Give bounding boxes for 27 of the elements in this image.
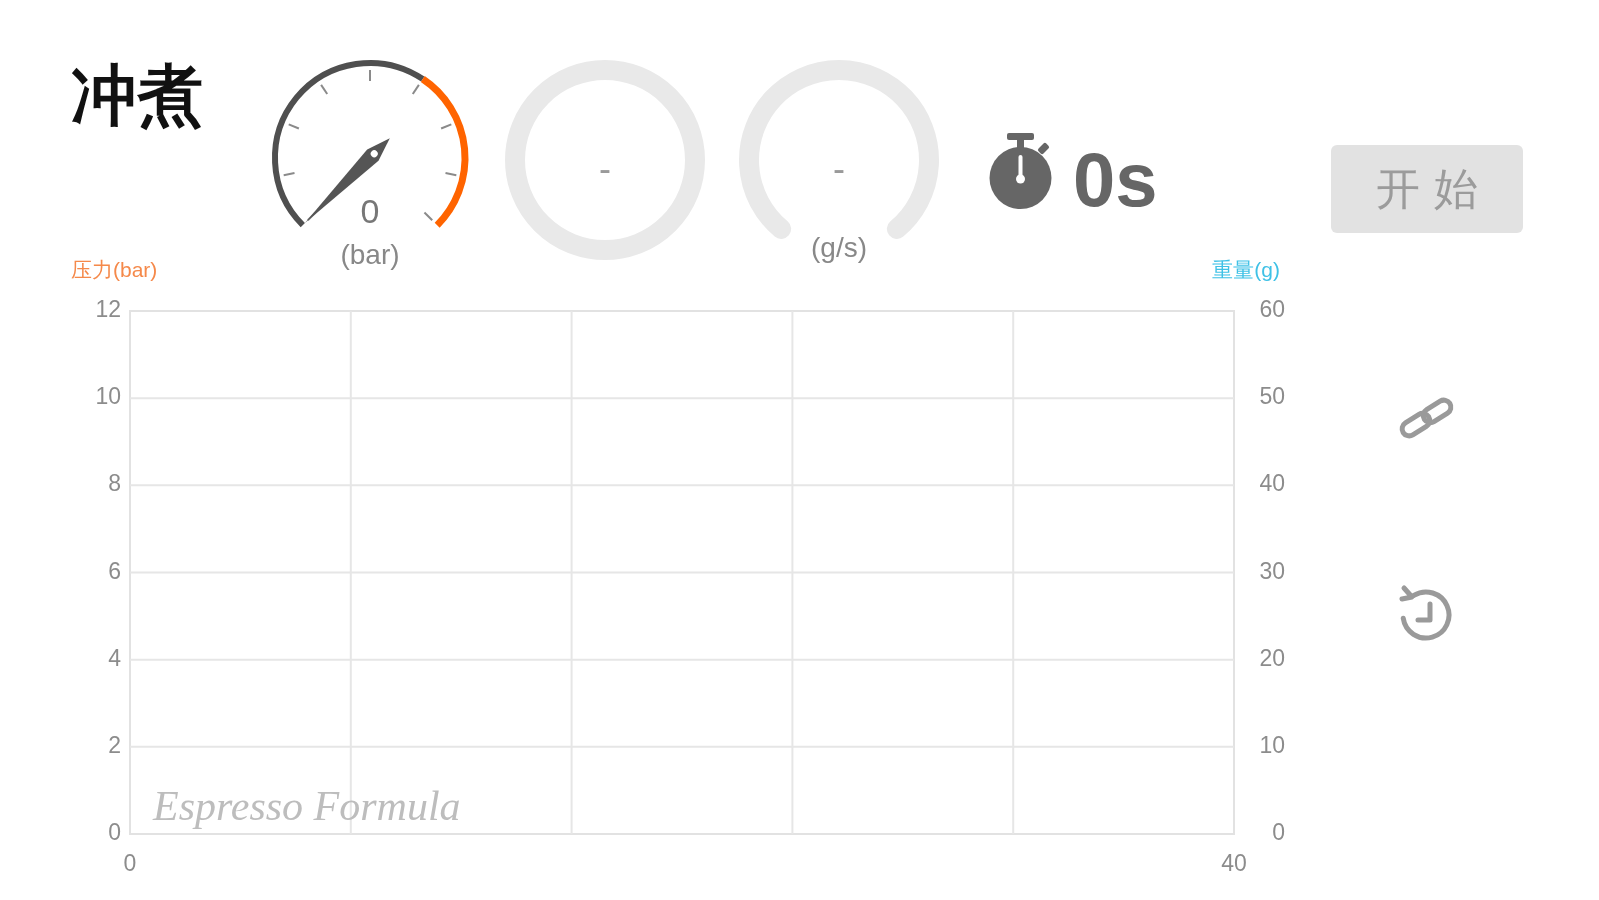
tick-label: 0 (123, 850, 137, 877)
gauge-value: - (599, 149, 611, 189)
gauge-unit: (bar) (340, 239, 400, 271)
tick-label: 8 (108, 470, 121, 497)
tick-label: 6 (108, 557, 121, 584)
gauge-value: - (833, 149, 845, 189)
gauge-unit: (g/s) (811, 232, 867, 264)
tick-label: 60 (1259, 296, 1285, 323)
tick-label: 50 (1259, 383, 1285, 410)
tick-label: 30 (1259, 557, 1285, 584)
page-title: 冲煮 (71, 62, 204, 128)
tick-label: 0 (1272, 819, 1285, 846)
tick-label: 40 (1221, 850, 1247, 877)
chart-annotation: Espresso Formula (153, 783, 461, 829)
tick-label: 12 (95, 296, 121, 323)
axis-title: 压力(bar) (71, 258, 158, 282)
tick-label: 0 (108, 819, 121, 846)
axis-title: 重量(g) (1212, 258, 1280, 282)
timer-value: 0s (1073, 141, 1158, 219)
tick-label: 2 (108, 731, 121, 758)
tick-label: 40 (1259, 470, 1285, 497)
stopwatch-icon (987, 133, 1054, 210)
tick-label: 20 (1259, 644, 1285, 671)
tick-label: 4 (108, 644, 121, 671)
tick-label: 10 (95, 383, 121, 410)
tick-label: 10 (1259, 731, 1285, 758)
gauge-value: 0 (360, 193, 380, 229)
